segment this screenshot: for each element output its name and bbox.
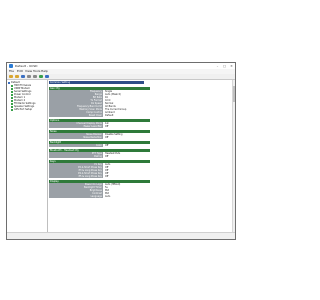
setting-value[interactable]: Off bbox=[104, 136, 150, 139]
setting-value[interactable]: Off bbox=[104, 144, 150, 147]
setting-row: P5 & Long Press Key Off bbox=[49, 175, 150, 178]
status-bar bbox=[7, 232, 235, 239]
setting-value[interactable]: Off bbox=[104, 175, 150, 178]
vertical-scrollbar[interactable] bbox=[232, 80, 235, 232]
setting-row: Language Auto bbox=[49, 195, 150, 198]
tree-node-icon bbox=[11, 108, 13, 111]
setting-label: P5 & Long Press Key bbox=[49, 175, 103, 178]
setting-label: Pairing bbox=[49, 155, 103, 158]
setting-row: Reset Clear Default bbox=[49, 114, 150, 117]
setting-label: Color bbox=[49, 144, 103, 147]
tree-node-icon bbox=[8, 81, 10, 84]
setting-value[interactable]: Auto bbox=[104, 195, 150, 198]
open-icon[interactable] bbox=[15, 75, 19, 78]
screen: Default - UCSD – □ ✕ File Edit View Tools He… bbox=[0, 0, 240, 300]
setting-row: Noise Reduction Off bbox=[49, 136, 150, 139]
tree-panel: Default HSM Firmware USBP Modem Serial Sett… bbox=[7, 80, 48, 232]
tree-item-label: GPS Port Setup bbox=[14, 108, 33, 111]
new-icon[interactable] bbox=[9, 75, 13, 78]
app-icon bbox=[9, 64, 13, 68]
setting-label: Power Level Bar bbox=[49, 125, 103, 128]
content-title: Common Setting bbox=[49, 81, 144, 84]
setting-value[interactable]: Off bbox=[104, 155, 150, 158]
app-window: Default - UCSD – □ ✕ File Edit View Tools He… bbox=[6, 62, 236, 240]
paste-icon[interactable] bbox=[33, 75, 37, 78]
refresh-icon[interactable] bbox=[39, 75, 43, 78]
copy-icon[interactable] bbox=[27, 75, 31, 78]
setting-row: Power Level Bar Off bbox=[49, 125, 150, 128]
setting-label: Language bbox=[49, 195, 103, 198]
save-icon[interactable] bbox=[21, 75, 25, 78]
setting-label: Reset Clear bbox=[49, 114, 103, 117]
settings-content: Common Setting Gen Cfg Frequency Single Ran… bbox=[48, 80, 235, 232]
setting-value[interactable]: Off bbox=[104, 125, 150, 128]
setting-label: Noise Reduction bbox=[49, 136, 103, 139]
setting-row: Color Off bbox=[49, 144, 150, 147]
scrollbar-thumb[interactable] bbox=[233, 86, 235, 102]
tree-item[interactable]: GPS Port Setup bbox=[11, 108, 32, 111]
setting-row: Pairing Off bbox=[49, 155, 150, 158]
setting-value[interactable]: Default bbox=[104, 114, 150, 117]
help-icon[interactable] bbox=[45, 75, 49, 78]
